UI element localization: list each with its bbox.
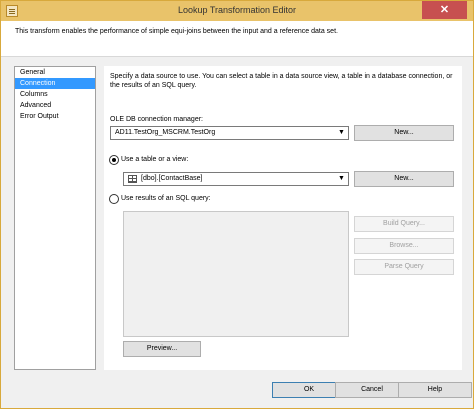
nav-item-connection[interactable]: Connection (15, 78, 95, 89)
browse-button[interactable]: Browse... (354, 238, 454, 254)
oledb-label: OLE DB connection manager: (110, 116, 203, 123)
intro-text: Specify a data source to use. You can se… (110, 73, 453, 89)
nav-item-advanced[interactable]: Advanced (15, 100, 95, 111)
preview-button[interactable]: Preview... (123, 341, 201, 357)
nav-item-error-output[interactable]: Error Output (15, 111, 95, 122)
sql-query-radio[interactable] (109, 194, 119, 204)
help-button[interactable]: Help (398, 382, 472, 398)
table-new-button[interactable]: New... (354, 171, 454, 187)
table-view-combo[interactable]: [dbo].[ContactBase] ▼ (123, 172, 349, 186)
sql-query-textbox[interactable] (123, 211, 349, 337)
chevron-down-icon[interactable]: ▼ (335, 173, 348, 185)
oledb-new-button[interactable]: New... (354, 125, 454, 141)
description-band: This transform enables the performance o… (1, 21, 473, 57)
table-view-value: [dbo].[ContactBase] (141, 175, 203, 182)
sql-query-radio-label: Use results of an SQL query: (121, 195, 211, 202)
oledb-connection-value: AD11.TestOrg_MSCRM.TestOrg (115, 129, 216, 136)
nav-item-columns[interactable]: Columns (15, 89, 95, 100)
connection-panel: Specify a data source to use. You can se… (104, 66, 462, 370)
title-bar[interactable]: Lookup Transformation Editor ✕ (1, 1, 473, 21)
table-view-radio-label: Use a table or a view: (121, 156, 189, 163)
window-title: Lookup Transformation Editor (177, 5, 297, 15)
nav-list: General Connection Columns Advanced Erro… (14, 66, 96, 370)
close-button[interactable]: ✕ (422, 1, 467, 19)
dialog-window: Lookup Transformation Editor ✕ This tran… (0, 0, 474, 409)
nav-item-general[interactable]: General (15, 67, 95, 78)
table-icon (128, 175, 137, 183)
oledb-connection-combo[interactable]: AD11.TestOrg_MSCRM.TestOrg ▼ (110, 126, 349, 140)
parse-query-button[interactable]: Parse Query (354, 259, 454, 275)
chevron-down-icon[interactable]: ▼ (335, 127, 348, 139)
table-view-radio[interactable] (109, 155, 119, 165)
description-text: This transform enables the performance o… (15, 28, 338, 35)
build-query-button[interactable]: Build Query... (354, 216, 454, 232)
